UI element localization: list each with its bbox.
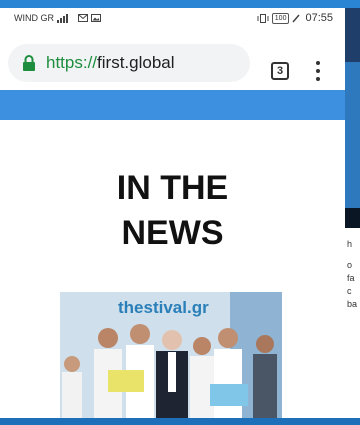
- lock-icon: [23, 55, 35, 71]
- battery-icon: 100: [271, 12, 290, 24]
- vibrate-icon: [257, 13, 269, 23]
- url-host: first.global: [97, 53, 175, 72]
- window-frame-top: [0, 0, 360, 8]
- url-text: https://first.global: [46, 53, 175, 73]
- status-time: 07:55: [305, 12, 333, 24]
- url-scheme: https://: [46, 53, 98, 72]
- browser-toolbar: https://first.global: [0, 36, 345, 90]
- adjacent-app-banner: [345, 62, 360, 228]
- news-photo[interactable]: thestival.gr: [60, 292, 282, 418]
- address-bar[interactable]: https://first.global: [8, 44, 250, 82]
- headline-line-1: IN THE: [116, 169, 229, 207]
- headline-line-2: NEWS: [121, 214, 224, 252]
- image-icon: [91, 14, 101, 22]
- tab-switcher-button[interactable]: 3: [271, 62, 289, 80]
- window-frame-bottom: [0, 418, 360, 425]
- page-title: IN THE NEWS: [0, 166, 345, 256]
- phone-screen: WIND GR 100 07:55 https://first.global 3…: [0, 8, 345, 418]
- site-header-bar: [0, 90, 345, 120]
- signal-icon: [57, 13, 68, 23]
- status-left: WIND GR: [14, 13, 101, 23]
- photo-watermark-logo: thestival.gr: [118, 298, 209, 317]
- data-saver-icon: [292, 14, 301, 22]
- status-bar: WIND GR 100 07:55: [0, 8, 345, 28]
- adjacent-char: o: [347, 260, 353, 270]
- adjacent-char: c: [347, 286, 352, 296]
- adjacent-char: h: [347, 239, 353, 249]
- adjacent-app-text: h o fa c ba: [347, 238, 357, 311]
- overflow-menu-icon[interactable]: [312, 61, 324, 81]
- status-right: 100 07:55: [257, 12, 333, 24]
- carrier-label: WIND GR: [14, 13, 54, 23]
- adjacent-char: ba: [347, 299, 358, 309]
- mail-icon: [78, 14, 88, 22]
- adjacent-app-band: [345, 208, 360, 228]
- adjacent-char: fa: [347, 273, 355, 283]
- adjacent-app-preview[interactable]: h o fa c ba: [345, 8, 360, 418]
- adjacent-app-header: [345, 8, 360, 62]
